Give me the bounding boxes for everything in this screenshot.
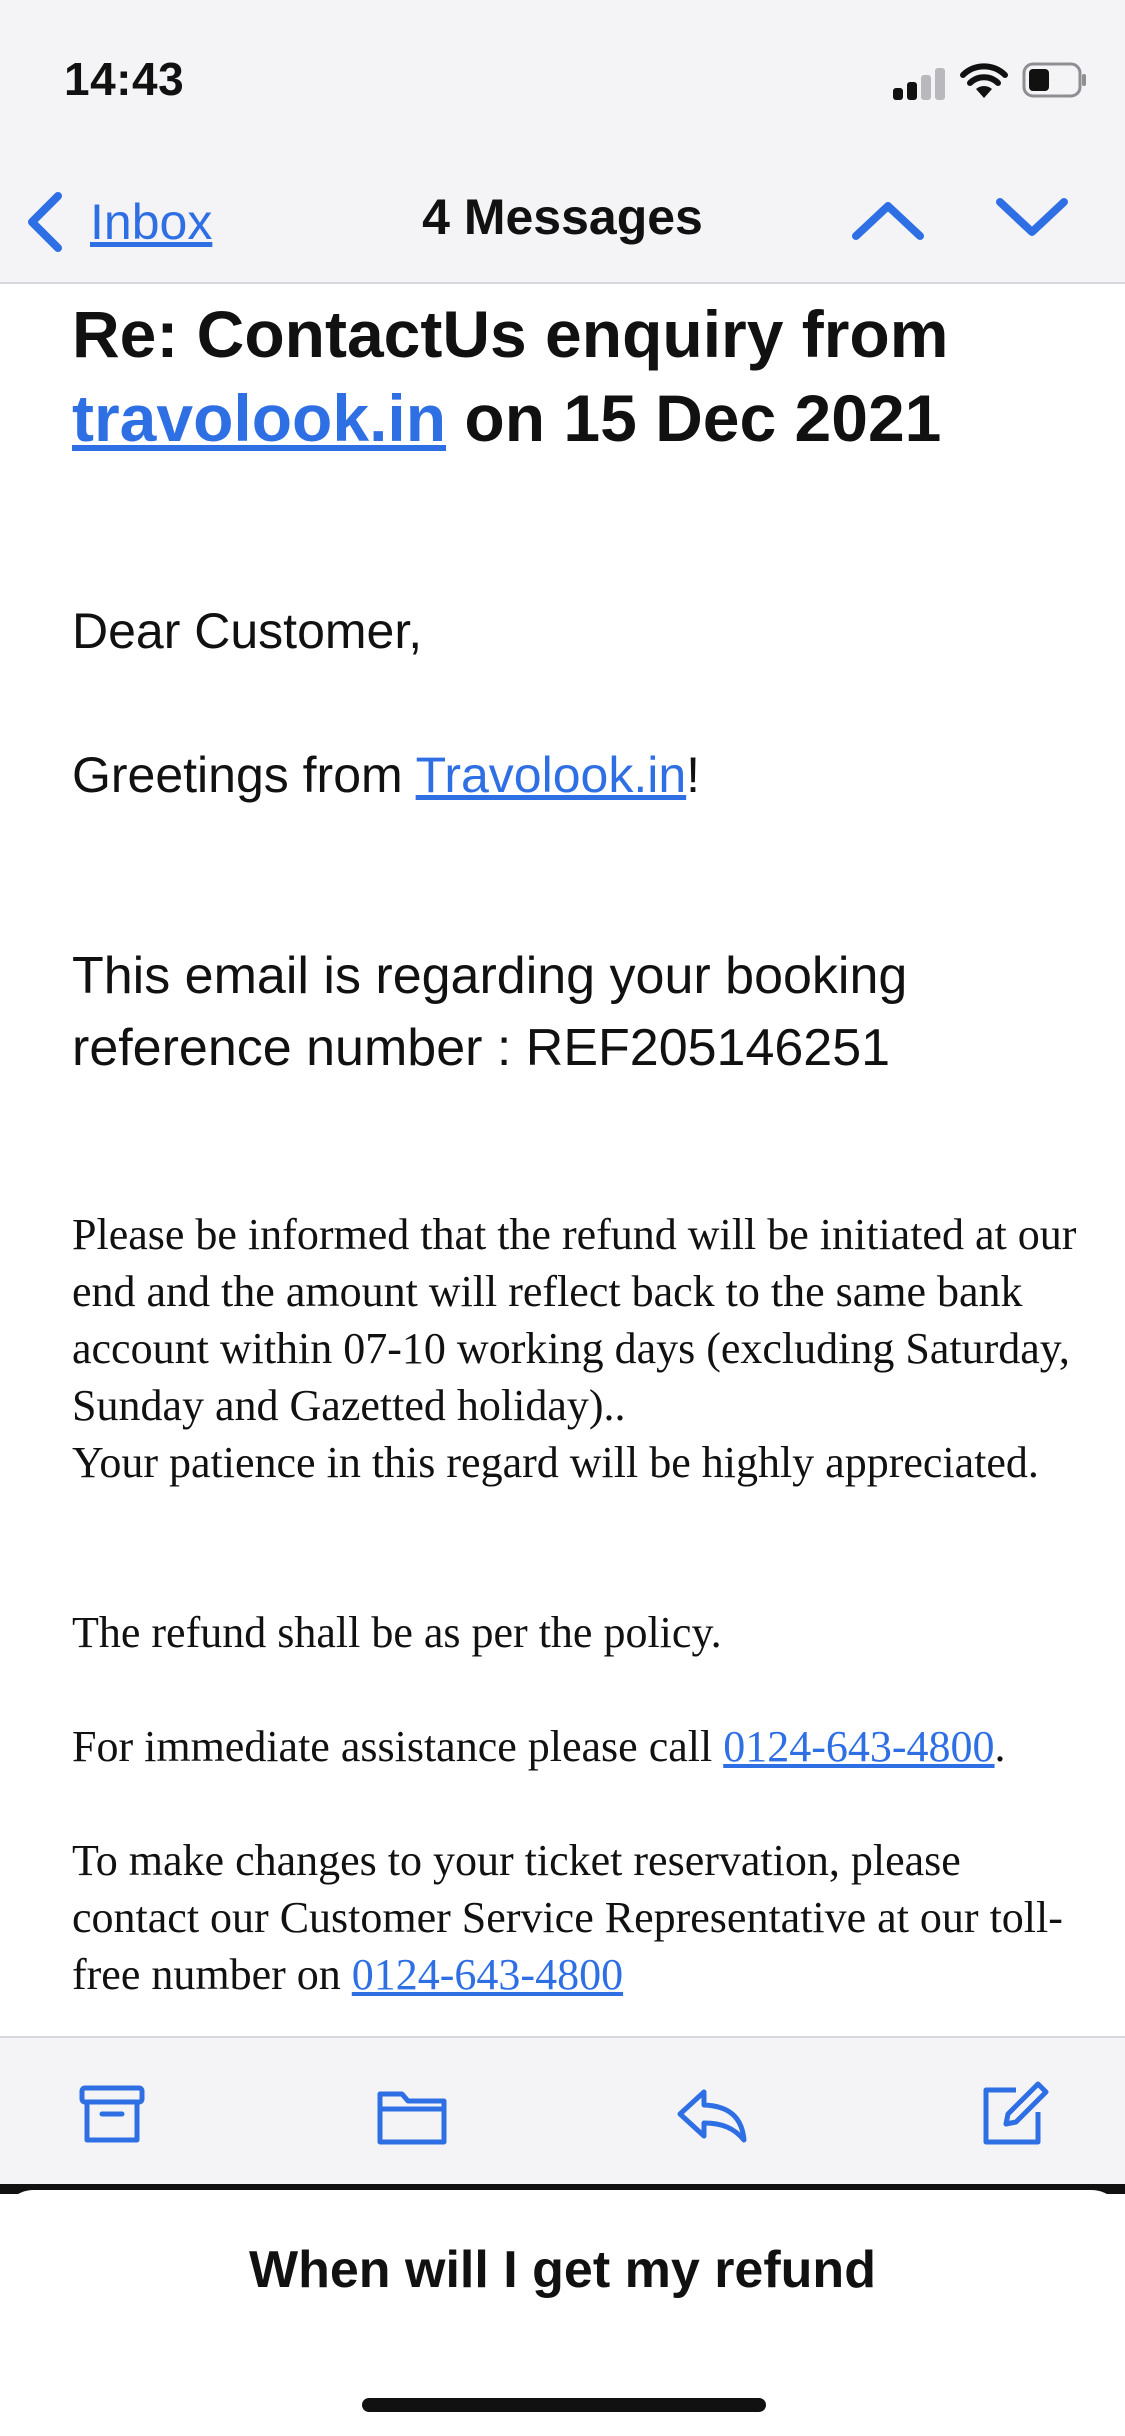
back-label: Inbox (90, 194, 213, 250)
sheet-title: When will I get my refund (249, 2241, 876, 2299)
subject-text: Re: ContactUs enquiry from (72, 297, 949, 371)
reference-line-2: reference number : REF205146251 (72, 1019, 891, 1077)
reply-icon[interactable] (674, 2078, 750, 2150)
policy-paragraph: The refund shall be as per the policy. (72, 1608, 722, 1657)
subject-date: on 15 Dec 2021 (446, 381, 942, 455)
folder-icon[interactable] (374, 2078, 450, 2150)
assistance-suffix: . (994, 1722, 1006, 1771)
assistance-text: For immediate assistance please call (72, 1722, 724, 1771)
subject-link[interactable]: travolook.in (72, 381, 446, 455)
reference-number-text: This email is regarding your booking ref… (72, 940, 1072, 1084)
refund-paragraph: Please be informed that the refund will … (72, 1210, 1077, 1430)
reference-line-1: This email is regarding your booking (72, 947, 908, 1005)
wifi-icon (960, 63, 1008, 98)
bottom-sheet[interactable]: When will I get my refund (0, 2190, 1125, 2436)
previous-message-button[interactable] (848, 184, 928, 254)
navigation-bar: Inbox 4 Messages (0, 160, 1125, 284)
email-body[interactable]: Re: ContactUs enquiry from travolook.in … (0, 284, 1125, 2036)
next-message-button[interactable] (992, 184, 1072, 254)
chevron-left-icon (28, 192, 62, 252)
archive-icon[interactable] (74, 2078, 150, 2150)
assistance-phone-link[interactable]: 0124-643-4800 (723, 1722, 994, 1771)
cellular-signal-icon (893, 66, 945, 100)
status-time: 14:43 (64, 53, 185, 105)
salutation: Dear Customer, (72, 603, 423, 659)
home-indicator[interactable] (362, 2398, 766, 2412)
patience-paragraph: Your patience in this regard will be hig… (72, 1438, 1039, 1487)
mail-screen: 14:43 Inbox 4 Messages Re: ContactUs enq… (0, 0, 1125, 2436)
mail-toolbar (0, 2036, 1125, 2186)
changes-phone-link[interactable]: 0124-643-4800 (352, 1950, 623, 1999)
greeting-prefix: Greetings from (72, 747, 416, 803)
email-subject: Re: ContactUs enquiry from travolook.in … (72, 292, 1072, 460)
greeting-line: Greetings from Travolook.in! (72, 746, 700, 804)
back-to-inbox-button[interactable]: Inbox (22, 182, 212, 262)
greeting-link[interactable]: Travolook.in (416, 747, 686, 803)
compose-icon[interactable] (976, 2078, 1052, 2150)
status-bar: 14:43 (0, 0, 1125, 160)
battery-icon (1022, 62, 1086, 98)
changes-paragraph: To make changes to your ticket reservati… (72, 1832, 1082, 2003)
greeting-suffix: ! (686, 747, 701, 803)
assistance-paragraph: For immediate assistance please call 012… (72, 1718, 1082, 1775)
